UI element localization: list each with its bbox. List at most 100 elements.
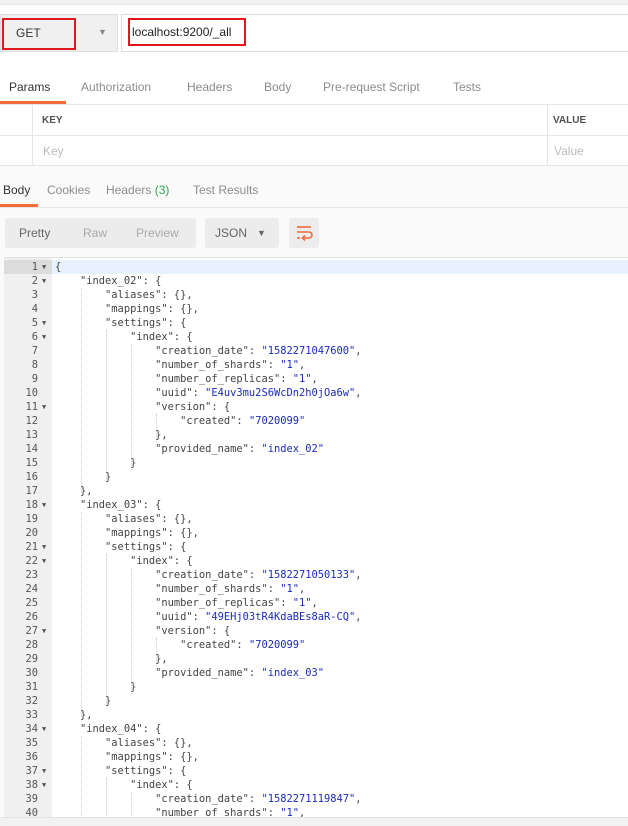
code-text: }, xyxy=(55,485,93,497)
line-number: 24 xyxy=(25,583,38,595)
code-text: "mappings": {}, xyxy=(55,751,199,763)
window-top-strip xyxy=(0,0,628,5)
line-number: 3 xyxy=(31,289,38,301)
code-line: 20 "mappings": {}, xyxy=(4,526,628,540)
line-number: 11 xyxy=(25,401,38,413)
line-number: 10 xyxy=(25,387,38,399)
code-text: "provided_name": "index_02" xyxy=(55,443,325,455)
code-line: 27 ▼ "version": { xyxy=(4,624,628,638)
format-label: JSON xyxy=(215,226,248,240)
fold-arrow-icon[interactable]: ▼ xyxy=(42,330,46,344)
tab-pre-request-script[interactable]: Pre-request Script xyxy=(323,80,420,94)
line-number: 7 xyxy=(31,345,38,357)
code-line: 10 "uuid": "E4uv3mu2S6WcDn2h0jOa6w", xyxy=(4,386,628,400)
tab-headers[interactable]: Headers xyxy=(187,80,232,94)
code-text: "index": { xyxy=(55,555,193,567)
headers-count-badge: (3) xyxy=(154,183,170,197)
line-number: 17 xyxy=(25,485,38,497)
fold-arrow-icon[interactable]: ▼ xyxy=(42,722,46,736)
code-text: "version": { xyxy=(55,625,231,637)
code-line: 17 }, xyxy=(4,484,628,498)
row-checkbox-header xyxy=(0,105,33,136)
key-input[interactable]: Key xyxy=(33,136,548,166)
raw-button[interactable]: Raw xyxy=(83,226,107,240)
chevron-down-icon[interactable]: ▼ xyxy=(98,27,107,37)
fold-arrow-icon[interactable]: ▼ xyxy=(42,778,46,792)
tab-response-body[interactable]: Body xyxy=(3,183,30,197)
tab-test-results[interactable]: Test Results xyxy=(193,183,258,197)
code-line: 15 } xyxy=(4,456,628,470)
code-line: 29 }, xyxy=(4,652,628,666)
fold-arrow-icon[interactable]: ▼ xyxy=(42,400,46,414)
code-text: "uuid": "49EHj03tR4KdaBEs8aR-CQ", xyxy=(55,611,362,623)
line-number: 15 xyxy=(25,457,38,469)
wrap-lines-icon xyxy=(297,226,313,242)
code-line: 33 }, xyxy=(4,708,628,722)
line-number: 6 xyxy=(31,331,38,343)
tab-body[interactable]: Body xyxy=(264,80,291,94)
line-number: 21 xyxy=(25,541,38,553)
fold-arrow-icon[interactable]: ▼ xyxy=(42,554,46,568)
line-number: 13 xyxy=(25,429,38,441)
tab-response-headers[interactable]: Headers (3) xyxy=(106,183,169,197)
code-text: "created": "7020099" xyxy=(55,639,306,651)
code-line: 34 ▼ "index_04": { xyxy=(4,722,628,736)
line-number: 2 xyxy=(31,275,38,287)
wrap-lines-button[interactable] xyxy=(289,218,319,248)
code-text: "index_03": { xyxy=(55,499,162,511)
line-number: 19 xyxy=(25,513,38,525)
fold-arrow-icon[interactable]: ▼ xyxy=(42,260,46,274)
line-number: 37 xyxy=(25,765,38,777)
key-placeholder: Key xyxy=(43,144,64,158)
line-number: 8 xyxy=(31,359,38,371)
code-line: 28 "created": "7020099" xyxy=(4,638,628,652)
tab-authorization[interactable]: Authorization xyxy=(81,80,151,94)
line-number: 30 xyxy=(25,667,38,679)
code-text: "index": { xyxy=(55,331,193,343)
line-number: 38 xyxy=(25,779,38,791)
line-number: 31 xyxy=(25,681,38,693)
value-input[interactable]: Value xyxy=(548,136,628,166)
line-number: 28 xyxy=(25,639,38,651)
fold-arrow-icon[interactable]: ▼ xyxy=(42,316,46,330)
code-line: 24 "number_of_shards": "1", xyxy=(4,582,628,596)
fold-arrow-icon[interactable]: ▼ xyxy=(42,274,46,288)
value-column-header: VALUE xyxy=(553,115,587,126)
fold-arrow-icon[interactable]: ▼ xyxy=(42,624,46,638)
tab-response-headers-label: Headers xyxy=(106,183,152,197)
tab-params[interactable]: Params xyxy=(9,80,50,94)
line-number: 23 xyxy=(25,569,38,581)
code-line: 22 ▼ "index": { xyxy=(4,554,628,568)
code-text: "number_of_shards": "1", xyxy=(55,359,306,371)
code-text: }, xyxy=(55,429,168,441)
code-text: "aliases": {}, xyxy=(55,513,193,525)
code-text: "index_04": { xyxy=(55,723,162,735)
line-number: 39 xyxy=(25,793,38,805)
code-line: 39 "creation_date": "1582271119847", xyxy=(4,792,628,806)
code-text: "mappings": {}, xyxy=(55,527,199,539)
code-line: 5 ▼ "settings": { xyxy=(4,316,628,330)
code-line: 23 "creation_date": "1582271050133", xyxy=(4,568,628,582)
code-line: 16 } xyxy=(4,470,628,484)
fold-arrow-icon[interactable]: ▼ xyxy=(42,764,46,778)
line-number: 5 xyxy=(31,317,38,329)
code-text: "index": { xyxy=(55,779,193,791)
value-header-cell: VALUE xyxy=(548,105,628,136)
pretty-button[interactable]: Pretty xyxy=(19,226,50,240)
code-line: 19 "aliases": {}, xyxy=(4,512,628,526)
line-number: 1 xyxy=(31,261,38,273)
tab-cookies[interactable]: Cookies xyxy=(47,183,90,197)
line-number: 35 xyxy=(25,737,38,749)
key-header-cell: KEY xyxy=(33,105,548,136)
code-text: "creation_date": "1582271119847", xyxy=(55,793,362,805)
response-body-viewer[interactable]: 1 ▼{2 ▼ "index_02": {3 "aliases": {}, 4 "ma… xyxy=(4,257,628,818)
line-number: 9 xyxy=(31,373,38,385)
preview-button[interactable]: Preview xyxy=(136,226,179,240)
line-number: 12 xyxy=(25,415,38,427)
code-line: 25 "number_of_replicas": "1", xyxy=(4,596,628,610)
fold-arrow-icon[interactable]: ▼ xyxy=(42,540,46,554)
code-text: "uuid": "E4uv3mu2S6WcDn2h0jOa6w", xyxy=(55,387,362,399)
line-number: 33 xyxy=(25,709,38,721)
tab-tests[interactable]: Tests xyxy=(453,80,481,94)
fold-arrow-icon[interactable]: ▼ xyxy=(42,498,46,512)
